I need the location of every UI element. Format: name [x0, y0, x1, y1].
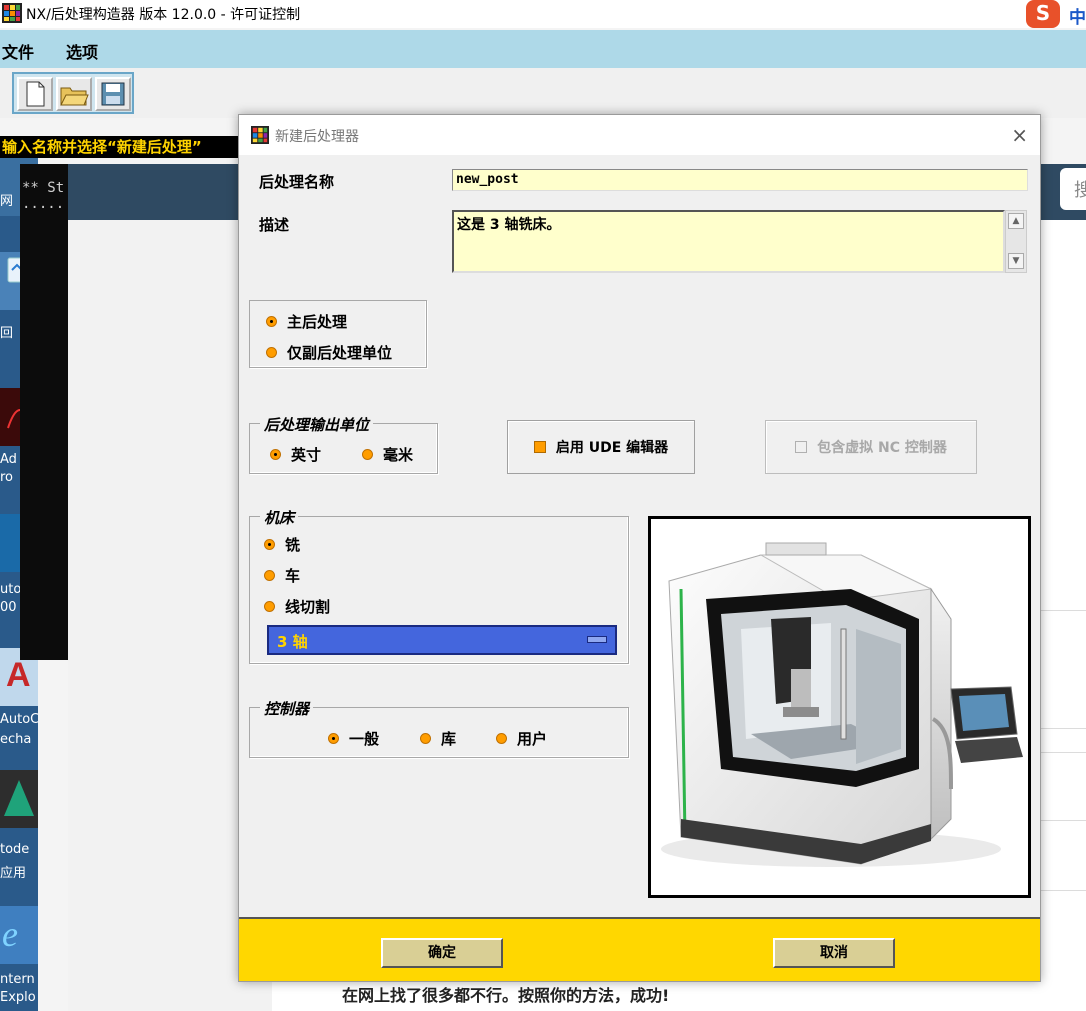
open-folder-icon: [60, 87, 89, 106]
dropdown-handle-icon: [587, 636, 607, 643]
radio-dot-icon: [266, 316, 277, 327]
controller-group: 控制器 一般 库 用户: [249, 698, 629, 758]
enable-ude-editor-checkbox[interactable]: 启用 UDE 编辑器: [507, 420, 695, 474]
background-divider: [1040, 728, 1086, 729]
radio-dot-icon: [264, 539, 275, 550]
radio-dot-icon: [362, 449, 373, 460]
radio-main-post[interactable]: 主后处理: [266, 311, 347, 332]
radio-label: 仅副后处理单位: [287, 344, 393, 362]
radio-label: 库: [441, 730, 457, 748]
background-search-box[interactable]: 搜: [1060, 168, 1086, 210]
background-divider: [1040, 610, 1086, 611]
enable-ude-label: 启用 UDE 编辑器: [555, 440, 669, 456]
open-file-button[interactable]: [56, 77, 92, 111]
post-name-label: 后处理名称: [259, 173, 335, 191]
status-hint: 输入名称并选择“新建后处理”: [0, 136, 238, 158]
radio-sub-post-only[interactable]: 仅副后处理单位: [266, 342, 392, 363]
radio-units-inch[interactable]: 英寸: [270, 444, 321, 465]
radio-label: 铣: [285, 536, 301, 554]
checkbox-unchecked-icon: [795, 441, 808, 453]
new-post-dialog: 新建后处理器 × 后处理名称 new_post 描述 这是 3 轴铣床。 ▲ ▼…: [238, 114, 1041, 982]
radio-dot-icon: [496, 733, 507, 744]
dialog-close-icon[interactable]: ×: [1011, 123, 1028, 147]
checkbox-checked-icon: [533, 441, 546, 453]
menu-file[interactable]: 文件: [2, 39, 34, 63]
desktop-icon-label: AutoC: [0, 712, 38, 727]
radio-machine-wire-edm[interactable]: 线切割: [264, 596, 330, 617]
background-comment-text: 在网上找了很多都不行。按照你的方法，成功!: [342, 986, 670, 1005]
post-type-group: 主后处理 仅副后处理单位: [249, 300, 427, 368]
radio-label: 用户: [517, 730, 548, 748]
output-units-group: 后处理输出单位 英寸 毫米: [249, 414, 438, 474]
toolbar-file-group: [12, 72, 134, 114]
dialog-titlebar: 新建后处理器 ×: [239, 115, 1040, 155]
toolbar: [0, 68, 1086, 118]
background-divider: [1040, 890, 1086, 891]
radio-machine-mill[interactable]: 铣: [264, 534, 300, 555]
description-scrollbar[interactable]: ▲ ▼: [1005, 210, 1027, 273]
desktop-icon-label: ntern: [0, 972, 35, 987]
radio-dot-icon: [264, 601, 275, 612]
ime-mode-indicator[interactable]: 中: [1069, 3, 1086, 28]
background-search-glyph: 搜: [1074, 180, 1086, 201]
save-file-button[interactable]: [95, 77, 131, 111]
app-logo-icon: [2, 3, 22, 23]
desktop-icon-label: tode: [0, 842, 30, 857]
radio-units-mm[interactable]: 毫米: [362, 444, 413, 465]
save-disk-icon: [101, 82, 125, 106]
radio-controller-user[interactable]: 用户: [496, 728, 547, 749]
background-divider: [1040, 820, 1086, 821]
radio-dot-icon: [266, 347, 277, 358]
internet-explorer-icon[interactable]: e: [0, 906, 38, 964]
axis-type-dropdown[interactable]: 3 轴: [267, 625, 617, 655]
radio-dot-icon: [270, 449, 281, 460]
background-divider: [1040, 752, 1086, 753]
axis-type-value: 3 轴: [277, 633, 308, 651]
include-vnc-label: 包含虚拟 NC 控制器: [817, 440, 947, 456]
radio-controller-generic[interactable]: 一般: [328, 728, 379, 749]
output-units-legend: 后处理输出单位: [260, 414, 374, 435]
dialog-title: 新建后处理器: [275, 129, 359, 145]
desktop-icon-label: 应用: [0, 866, 27, 881]
radio-controller-library[interactable]: 库: [420, 728, 456, 749]
description-textarea[interactable]: 这是 3 轴铣床。: [452, 210, 1005, 273]
menu-options[interactable]: 选项: [66, 39, 98, 63]
scroll-up-icon[interactable]: ▲: [1008, 213, 1024, 229]
machine-legend: 机床: [260, 507, 299, 528]
radio-label: 英寸: [291, 446, 322, 464]
radio-dot-icon: [328, 733, 339, 744]
include-vnc-checkbox: 包含虚拟 NC 控制器: [765, 420, 977, 474]
radio-label: 主后处理: [287, 313, 348, 331]
radio-dot-icon: [264, 570, 275, 581]
svg-text:A: A: [6, 656, 31, 694]
console-window: ** St .....: [20, 164, 68, 660]
autodesk-app-icon[interactable]: [0, 770, 38, 828]
svg-text:e: e: [2, 914, 18, 954]
dialog-footer: 确定 取消: [239, 917, 1040, 981]
radio-label: 线切割: [285, 598, 331, 616]
scroll-down-icon[interactable]: ▼: [1008, 253, 1024, 269]
radio-dot-icon: [420, 733, 431, 744]
controller-legend: 控制器: [260, 698, 314, 719]
radio-label: 毫米: [383, 446, 414, 464]
radio-label: 车: [285, 567, 301, 585]
radio-machine-lathe[interactable]: 车: [264, 565, 300, 586]
app-title: NX/后处理构造器 版本 12.0.0 - 许可证控制: [26, 7, 301, 23]
ok-button[interactable]: 确定: [381, 938, 503, 968]
menubar: 文件 选项: [0, 30, 1086, 68]
radio-label: 一般: [349, 730, 380, 748]
machine-preview-image: [648, 516, 1031, 898]
desktop-icon-label: Explo: [0, 990, 36, 1005]
app-titlebar: NX/后处理构造器 版本 12.0.0 - 许可证控制 S 中: [0, 0, 1086, 28]
new-file-button[interactable]: [17, 77, 53, 111]
new-file-icon: [26, 81, 45, 107]
milling-machine-picture: [661, 542, 1023, 867]
description-label: 描述: [259, 216, 290, 234]
dialog-logo-icon: [251, 126, 269, 144]
cancel-button[interactable]: 取消: [773, 938, 895, 968]
ime-sogou-icon[interactable]: S: [1026, 0, 1060, 28]
post-name-input[interactable]: new_post: [452, 169, 1028, 191]
desktop-icon-label: echa: [0, 732, 32, 747]
